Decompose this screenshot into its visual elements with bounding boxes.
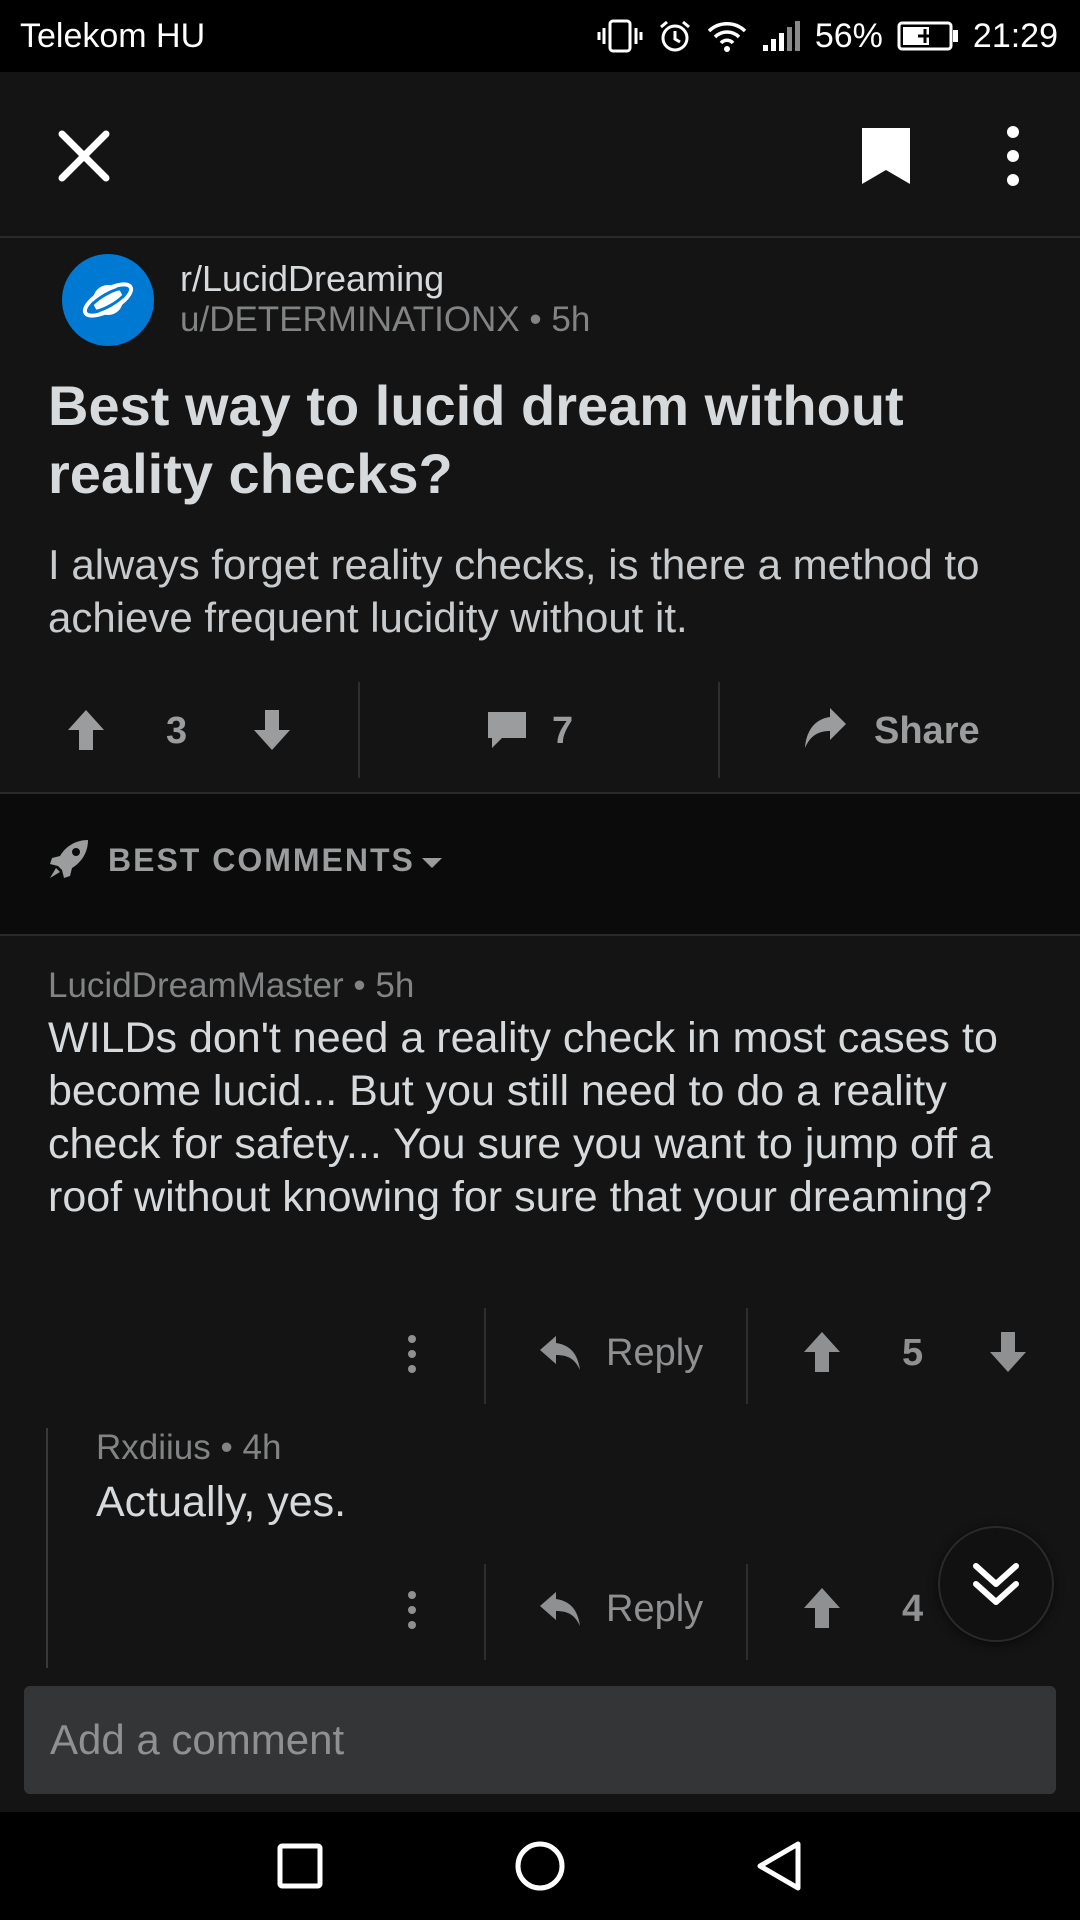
reply-icon[interactable] bbox=[538, 1590, 582, 1628]
comment-input[interactable] bbox=[24, 1686, 1056, 1794]
action-divider bbox=[358, 682, 360, 778]
comment-sort-bar[interactable]: BEST COMMENTS bbox=[0, 794, 1080, 934]
post-action-bar: 3 7 Share bbox=[0, 670, 1080, 792]
system-nav-bar bbox=[0, 1812, 1080, 1920]
battery-percent: 56% bbox=[814, 16, 883, 55]
vibrate-icon bbox=[597, 19, 643, 53]
meta-dot: • bbox=[220, 1428, 243, 1467]
upvote-icon[interactable] bbox=[802, 1586, 842, 1630]
downvote-icon[interactable] bbox=[988, 1330, 1028, 1374]
comment-author[interactable]: LucidDreamMaster bbox=[48, 966, 344, 1005]
action-divider bbox=[484, 1564, 486, 1660]
comment-meta: LucidDreamMaster • 5h bbox=[48, 966, 414, 1006]
post-age: 5h bbox=[551, 300, 591, 339]
recent-apps-icon[interactable] bbox=[270, 1836, 330, 1896]
comment-body: Actually, yes. bbox=[96, 1478, 347, 1526]
reply-button[interactable]: Reply bbox=[606, 1588, 703, 1631]
subreddit-avatar[interactable] bbox=[62, 254, 154, 346]
double-chevron-down-icon bbox=[973, 1563, 1019, 1605]
post-vote-count: 3 bbox=[166, 710, 188, 752]
more-options-icon[interactable] bbox=[996, 124, 1030, 188]
chevron-down-icon[interactable] bbox=[420, 856, 444, 870]
comment-composer bbox=[0, 1668, 1080, 1812]
upvote-icon[interactable] bbox=[802, 1330, 842, 1374]
post-body: I always forget reality checks, is there… bbox=[48, 541, 980, 641]
planet-icon bbox=[82, 282, 134, 318]
rocket-icon bbox=[50, 840, 88, 878]
post-title: Best way to lucid dream without reality … bbox=[48, 374, 904, 505]
comment-age: 5h bbox=[375, 966, 415, 1005]
bookmark-icon[interactable] bbox=[858, 124, 914, 188]
carrier-name: Telekom HU bbox=[20, 16, 206, 55]
meta-dot: • bbox=[353, 966, 376, 1005]
thread-line[interactable] bbox=[46, 1428, 48, 1668]
downvote-icon[interactable] bbox=[252, 708, 292, 752]
close-icon[interactable] bbox=[56, 128, 112, 184]
post-meta: u/DETERMINATIONX • 5h bbox=[180, 300, 590, 340]
alarm-icon bbox=[659, 20, 690, 52]
next-comment-button[interactable] bbox=[938, 1526, 1054, 1642]
more-options-icon[interactable] bbox=[404, 1334, 420, 1374]
status-bar: Telekom HU 56% 21:29 bbox=[0, 0, 1080, 72]
more-options-icon[interactable] bbox=[404, 1590, 420, 1630]
sort-label[interactable]: BEST COMMENTS bbox=[108, 842, 415, 879]
share-icon[interactable] bbox=[802, 704, 848, 750]
comment-age: 4h bbox=[242, 1428, 282, 1467]
action-divider bbox=[746, 1308, 748, 1404]
status-icons: 56% 21:29 bbox=[597, 17, 1058, 56]
post: r/LucidDreaming u/DETERMINATIONX • 5h Be… bbox=[0, 240, 1080, 792]
reply-icon[interactable] bbox=[538, 1334, 582, 1372]
share-button[interactable]: Share bbox=[874, 710, 980, 753]
meta-dot: • bbox=[529, 300, 552, 339]
comment-author[interactable]: Rxdiius bbox=[96, 1428, 211, 1467]
signal-icon bbox=[762, 21, 800, 51]
clock: 21:29 bbox=[972, 16, 1058, 55]
app-bar bbox=[0, 72, 1080, 238]
comment-meta: Rxdiius • 4h bbox=[96, 1428, 281, 1468]
action-divider bbox=[484, 1308, 486, 1404]
comment-vote-count: 5 bbox=[902, 1332, 924, 1374]
upvote-icon[interactable] bbox=[66, 708, 106, 752]
comments-list: LucidDreamMaster • 5h WILDs don't need a… bbox=[0, 936, 1080, 1668]
comment-vote-count: 4 bbox=[902, 1588, 924, 1630]
comment-body: WILDs don't need a reality check in most… bbox=[48, 1014, 998, 1221]
back-icon[interactable] bbox=[750, 1836, 810, 1896]
screen: Telekom HU 56% 21:29 r/LucidDreaming u/D… bbox=[0, 0, 1080, 1920]
action-divider bbox=[718, 682, 720, 778]
comment-icon[interactable] bbox=[486, 710, 528, 750]
subreddit-name[interactable]: r/LucidDreaming bbox=[180, 258, 444, 300]
post-comment-count[interactable]: 7 bbox=[552, 710, 573, 753]
wifi-icon bbox=[707, 22, 747, 52]
battery-charging-icon bbox=[897, 21, 958, 51]
reply-button[interactable]: Reply bbox=[606, 1332, 703, 1375]
home-icon[interactable] bbox=[510, 1836, 570, 1896]
action-divider bbox=[746, 1564, 748, 1660]
post-author[interactable]: u/DETERMINATIONX bbox=[180, 300, 520, 339]
